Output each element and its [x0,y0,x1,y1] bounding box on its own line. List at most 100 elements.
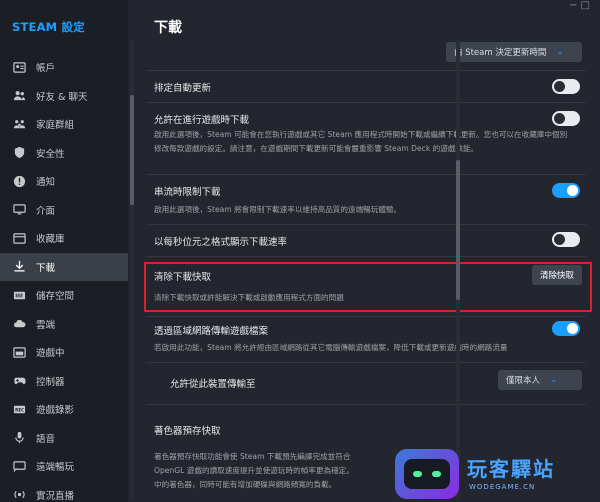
setting-label: 以每秒位元之格式顯示下載速率 [154,237,288,248]
shader-cache-label: 著色器預存快取 [154,426,221,437]
divider [146,316,586,317]
account-icon [12,60,26,74]
divider [146,224,586,225]
divider [146,256,586,257]
family-icon [12,117,26,131]
sidebar-item-label: 儲存空間 [36,291,75,303]
sidebar-item-notification[interactable]: 通知 [0,167,128,196]
download-while-playing-toggle[interactable] [552,111,580,126]
sidebar-item-label: 控制器 [36,376,65,388]
sidebar-item-remote-play[interactable]: 遠端暢玩 [0,452,128,481]
sidebar-title: STEAM 設定 [12,20,85,34]
setting-description: 啟用此選項後，Steam 可能會在您執行遊戲或其它 Steam 應用程式時開始下… [154,130,568,153]
shader-cache-description-2: OpenGL 遊戲的讀取速度提升並使遊玩時的幀率更為穩定。 [154,466,354,475]
sidebar-item-label: 實況直播 [36,490,75,502]
sidebar-item-monitor[interactable]: 介面 [0,196,128,225]
sidebar-nav: 帳戶好友 & 聊天 家庭群組安全性通知介面收藏庫下載儲存空間雲端遊戲中控制器 REC… [0,53,128,502]
sidebar-item-label: 通知 [36,177,56,189]
sidebar-item-label: 安全性 [36,148,65,160]
robot-face-icon [404,459,450,489]
sidebar-item-label: 收藏庫 [36,234,65,246]
watermark-text: 玩客驛站 [467,457,555,481]
eye-icon [432,471,441,477]
notification-icon [12,174,26,188]
highlight-box [144,262,592,312]
chevron-down-icon: ⌄ [550,375,558,385]
main-scrollbar-thumb[interactable] [456,160,460,300]
watermark-subtext: WODEGAME.CN [469,483,536,491]
setting-label: 允許在進行遊戲時下載 [154,115,250,126]
toggle-knob [567,323,578,334]
update-schedule-dropdown[interactable]: 由 Steam 決定更新時間 ⌄ [446,42,582,62]
lan-transfer-description: 若啟用此功能，Steam 將允許經由區域網路從其它電腦傳輸遊戲檔案，降低下載或更… [154,343,508,352]
eye-icon [413,471,422,477]
monitor-icon [12,203,26,217]
library-icon [12,231,26,245]
divider [146,404,586,405]
svg-text:REC: REC [15,407,24,412]
shield-icon [12,146,26,160]
sidebar-item-label: 語音 [36,433,56,445]
divider [146,362,586,363]
broadcast-icon [12,488,26,502]
sidebar-item-label: 遊戲錄影 [36,405,75,417]
shader-cache-description-1: 著色器預存快取功能會使 Steam 下載預先編譯完成並符合 [154,452,351,461]
sidebar-item-family[interactable]: 家庭群組 [0,110,128,139]
sidebar-item-friends[interactable]: 好友 & 聊天 [0,82,128,111]
sidebar-scrollbar-thumb[interactable] [130,95,134,205]
sidebar-item-label: 好友 & 聊天 [36,91,88,103]
sidebar-item-label: 遠端暢玩 [36,462,75,474]
sidebar-item-shield[interactable]: 安全性 [0,139,128,168]
setting-description: 啟用此選項後，Steam 將會限制下載速率以維持高品質的遠端暢玩體驗。 [154,205,402,214]
sidebar-item-controller[interactable]: 控制器 [0,367,128,396]
lan-transfer-label: 透過區域網路傳輸遊戲檔案 [154,326,269,337]
sidebar-item-mic[interactable]: 語音 [0,424,128,453]
divider [146,70,586,71]
cloud-icon [12,317,26,331]
sidebar-item-account[interactable]: 帳戶 [0,53,128,82]
lan-transfer-toggle[interactable] [552,321,580,336]
sidebar-item-label: 介面 [36,205,56,217]
throttle-streaming-toggle[interactable] [552,183,580,198]
sidebar-item-ingame[interactable]: 遊戲中 [0,338,128,367]
sidebar-item-download[interactable]: 下載 [0,252,128,281]
sidebar-item-broadcast[interactable]: 實況直播 [0,481,128,502]
bits-per-second-toggle[interactable] [552,232,580,247]
watermark-logo-icon [395,449,459,499]
chevron-down-icon: ⌄ [556,47,564,57]
sidebar-item-recording[interactable]: REC 遊戲錄影 [0,395,128,424]
sidebar: STEAM 設定 帳戶好友 & 聊天 家庭群組安全性通知介面收藏庫下載儲存空間雲端… [0,0,128,502]
toggle-knob [554,113,565,124]
schedule-updates-toggle[interactable] [552,79,580,94]
lan-transfer-target-dropdown[interactable]: 僅限本人 ⌄ [498,370,582,390]
sidebar-item-label: 下載 [36,262,56,274]
setting-label: 排定自動更新 [154,83,212,94]
sidebar-item-label: 雲端 [36,319,56,331]
window-controls[interactable]: − □ [569,0,590,11]
update-schedule-value: 由 Steam 決定更新時間 [454,48,547,58]
divider [146,174,586,175]
toggle-knob [567,185,578,196]
ingame-icon [12,345,26,359]
sidebar-item-label: 帳戶 [36,63,56,75]
lan-transfer-target-value: 僅限本人 [506,376,541,386]
sidebar-item-library[interactable]: 收藏庫 [0,224,128,253]
setting-label: 串流時限制下載 [154,187,221,198]
lan-transfer-target-label: 允許從此裝置傳輸至 [170,379,256,390]
sidebar-item-storage[interactable]: 儲存空間 [0,281,128,310]
recording-icon: REC [12,402,26,416]
page-title: 下載 [154,20,182,36]
toggle-knob [554,81,565,92]
mic-icon [12,431,26,445]
controller-icon [12,374,26,388]
toggle-knob [554,234,565,245]
shader-cache-description-3: 中的著色器，同時可能有增加硬碟與網路頻寬的負載。 [154,480,337,489]
main-panel: 下載 − □ 由 Steam 決定更新時間 ⌄ 排定自動更新 允許在進行遊戲時下… [136,0,600,502]
storage-icon [12,288,26,302]
sidebar-item-label: 家庭群組 [36,120,75,132]
sidebar-item-cloud[interactable]: 雲端 [0,310,128,339]
sidebar-item-label: 遊戲中 [36,348,65,360]
divider [146,102,586,103]
watermark: 玩客驛站 WODEGAME.CN [395,447,600,502]
remote-play-icon [12,459,26,473]
